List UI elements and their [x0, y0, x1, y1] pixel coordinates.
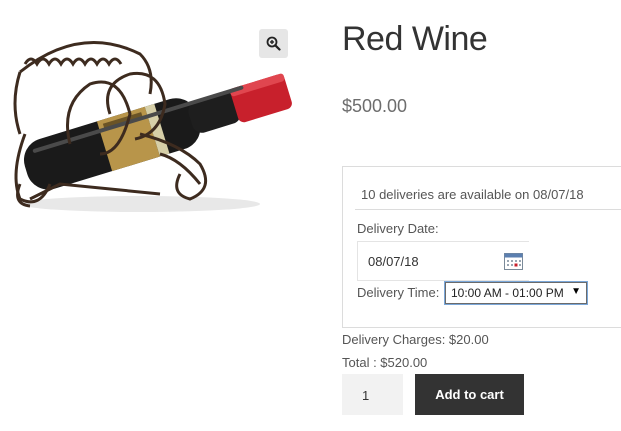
delivery-date-value: 08/07/18 [368, 254, 419, 269]
order-total: Total : $520.00 [342, 355, 428, 370]
delivery-time-value: 10:00 AM - 01:00 PM [451, 286, 564, 300]
add-to-cart-button[interactable]: Add to cart [415, 374, 524, 415]
delivery-date-label: Delivery Date: [357, 221, 439, 236]
divider [355, 209, 621, 210]
zoom-button[interactable] [259, 29, 288, 58]
product-image[interactable] [0, 24, 300, 214]
chevron-down-icon: ▼ [571, 286, 581, 297]
delivery-time-label: Delivery Time: [357, 285, 440, 300]
delivery-panel: 10 deliveries are available on 08/07/18 … [342, 166, 621, 328]
delivery-charges: Delivery Charges: $20.00 [342, 332, 489, 347]
delivery-time-select[interactable]: 10:00 AM - 01:00 PM ▼ [444, 281, 588, 305]
delivery-date-field[interactable]: 08/07/18 [357, 241, 529, 281]
delivery-availability: 10 deliveries are available on 08/07/18 [361, 187, 584, 202]
quantity-input[interactable]: 1 [342, 374, 403, 415]
product-title: Red Wine [342, 20, 488, 58]
calendar-icon[interactable] [504, 252, 523, 270]
wine-bottle-illustration [13, 41, 292, 212]
product-price: $500.00 [342, 96, 408, 116]
zoom-in-icon [266, 36, 281, 51]
